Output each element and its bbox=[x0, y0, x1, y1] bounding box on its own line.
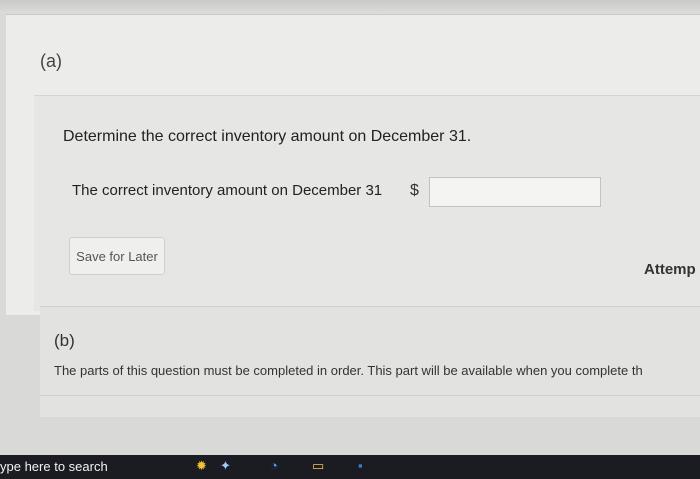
currency-symbol: $ bbox=[410, 182, 419, 199]
part-a-question-area: Determine the correct inventory amount o… bbox=[34, 95, 700, 311]
app-icon[interactable]: ▪ bbox=[358, 458, 363, 473]
part-a-label: (a) bbox=[40, 51, 62, 71]
answer-label: The correct inventory amount on December… bbox=[72, 182, 383, 199]
weather-icon[interactable]: ✹ bbox=[196, 458, 207, 474]
top-strip bbox=[0, 0, 700, 14]
save-for-later-button[interactable]: Save for Later bbox=[69, 237, 165, 275]
part-b-panel: (b) The parts of this question must be c… bbox=[40, 306, 700, 417]
file-explorer-icon[interactable]: ▭ bbox=[312, 458, 324, 474]
inventory-amount-input[interactable] bbox=[429, 177, 601, 207]
edge-icon[interactable]: ◔ bbox=[270, 458, 278, 473]
part-b-label: (b) bbox=[54, 331, 75, 350]
part-b-note: The parts of this question must be compl… bbox=[54, 363, 643, 378]
attempts-label: Attemp bbox=[644, 261, 696, 278]
divider bbox=[40, 395, 700, 396]
sparkle-icon: ✦ bbox=[220, 458, 231, 473]
question-text: Determine the correct inventory amount o… bbox=[63, 128, 472, 145]
taskbar-search[interactable]: ype here to search bbox=[0, 459, 108, 474]
taskbar: ype here to search ✹ ✦ ◔ ▭ ▪ bbox=[0, 455, 700, 479]
part-a-panel: (a) Determine the correct inventory amou… bbox=[6, 14, 700, 315]
